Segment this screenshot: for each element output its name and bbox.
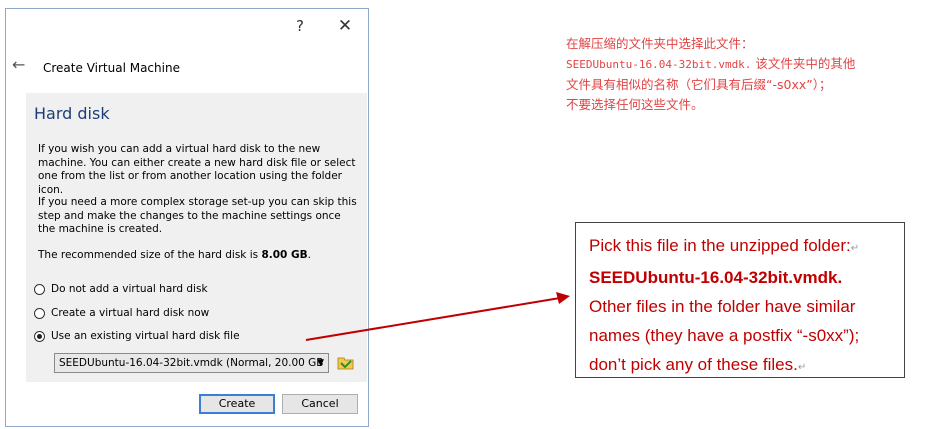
arrow-head [556,292,570,304]
arrow-line [305,297,561,341]
pointer-arrow [305,292,570,341]
